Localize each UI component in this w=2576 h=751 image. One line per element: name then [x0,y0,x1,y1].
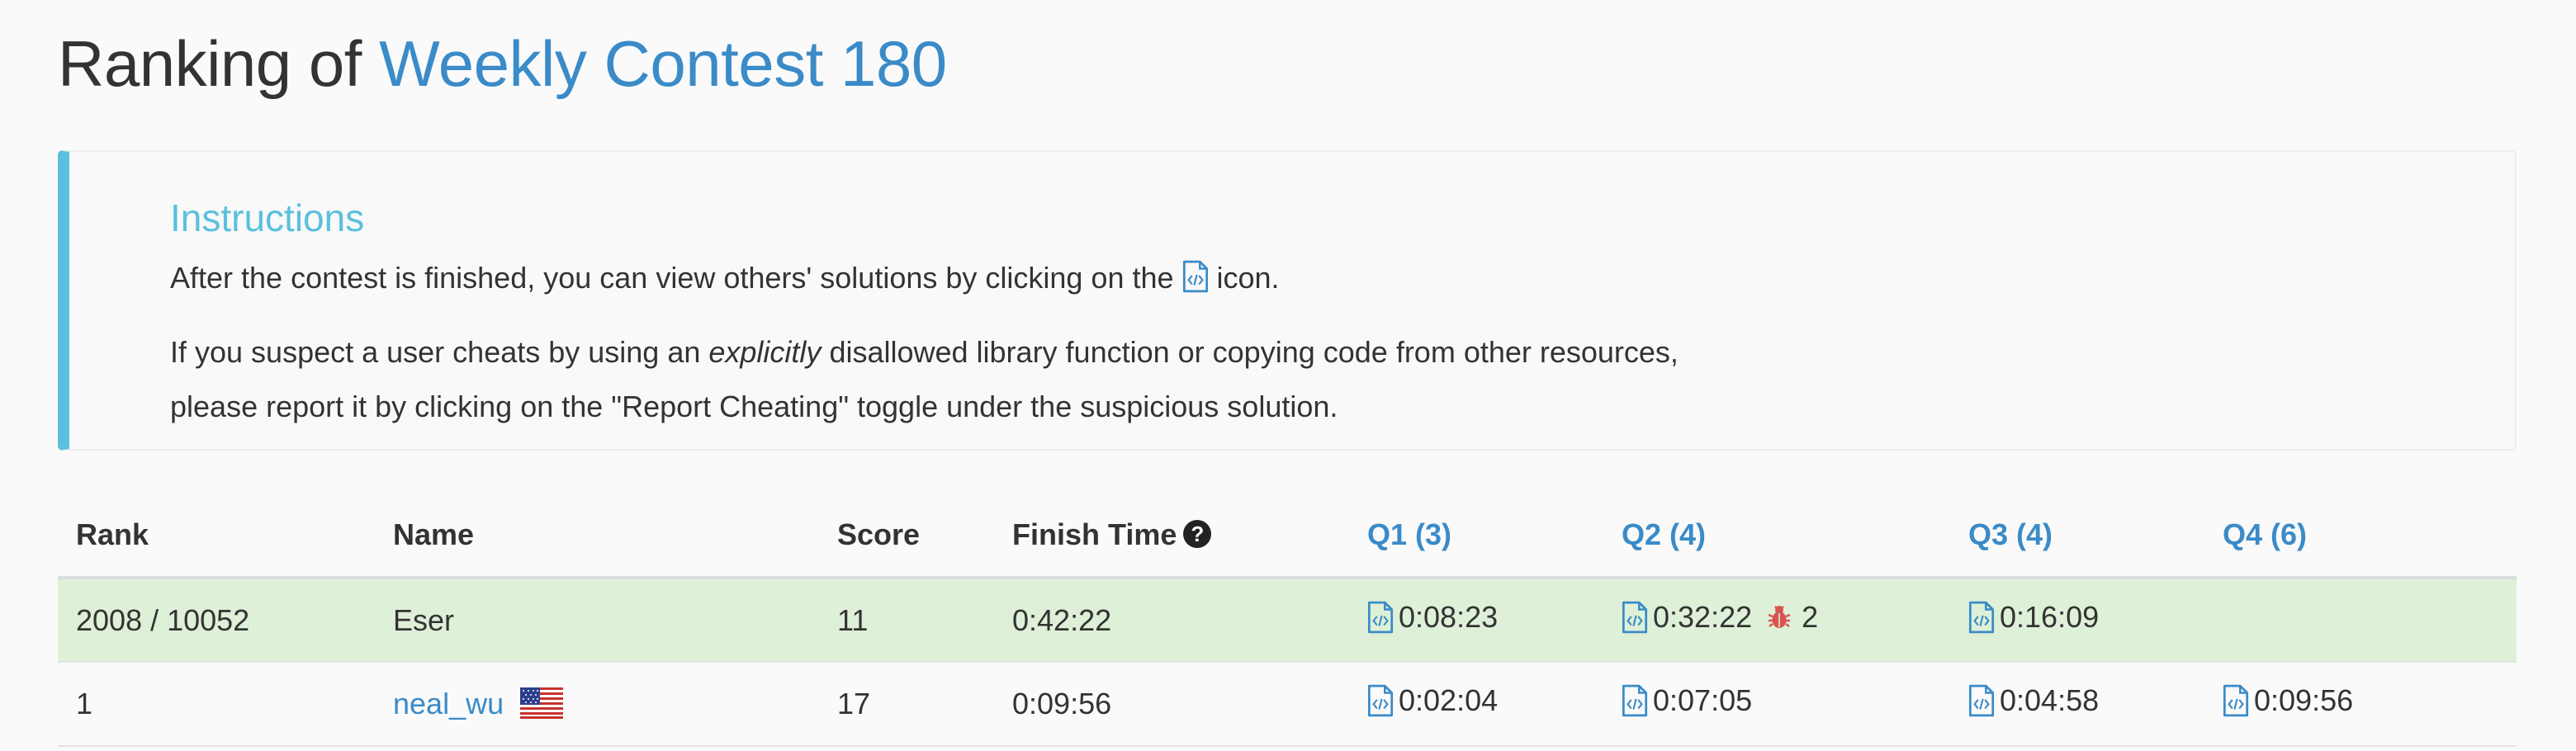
code-file-icon[interactable] [2223,684,2249,717]
cell-q2-time: 0:07:05 [1653,683,1753,717]
cell-finish-time: 0:09:56 [994,662,1349,747]
cell-q3: 0:16:09 [1950,578,2204,663]
header-q2[interactable]: Q2 (4) [1603,494,1950,579]
code-file-icon[interactable] [1622,601,1648,634]
instructions-line-3: please report it by clicking on the "Rep… [170,390,1338,423]
cell-q2: 0:32:22 2 [1603,578,1950,663]
cell-q2: 0:07:05 [1603,662,1950,747]
instructions-line-1-before: After the contest is finished, you can v… [170,261,1182,295]
cell-q3-time: 0:16:09 [2000,599,2100,634]
code-file-icon[interactable] [1367,684,1394,717]
instructions-line-2: If you suspect a user cheats by using an… [170,325,1679,380]
cell-name: neal_wu [375,662,819,747]
cell-q1-time: 0:08:23 [1399,599,1499,634]
instructions-panel: Instructions After the contest is finish… [58,150,2517,451]
header-rank: Rank [58,494,375,579]
instructions-line-2-emphasis: explicitly [708,335,822,369]
user-link[interactable]: neal_wu [393,687,504,720]
header-score: Score [819,494,994,579]
instructions-line-1-after: icon. [1208,261,1280,295]
table-header-row: Rank Name Score Finish Time? Q1 (3) Q2 (… [58,494,2517,579]
instructions-line-2-before: If you suspect a user cheats by using an [170,335,709,369]
cell-name: Eser [375,578,819,663]
cell-finish-time: 0:42:22 [994,578,1349,663]
cell-q1: 0:02:04 [1349,662,1603,747]
cell-q2-time: 0:32:22 [1653,599,1753,634]
table-row: 1 neal_wu 17 0:09:56 0:02:04 0:07:05 0:0… [58,662,2517,747]
cell-score: 17 [819,662,994,747]
code-file-icon[interactable] [1367,601,1394,634]
page-title-prefix: Ranking of [58,27,380,100]
cell-q4: 0:09:56 [2204,662,2517,747]
cell-q3-time: 0:04:58 [2000,683,2100,717]
cell-q4 [2204,578,2517,663]
ranking-table: Rank Name Score Finish Time? Q1 (3) Q2 (… [58,494,2517,747]
header-name: Name [375,494,819,579]
code-file-icon[interactable] [1968,684,1995,717]
table-row-current-user: 2008 / 10052 Eser 11 0:42:22 0:08:23 0:3… [58,578,2517,663]
header-q3[interactable]: Q3 (4) [1950,494,2204,579]
instructions-line-1: After the contest is finished, you can v… [170,251,1280,305]
header-finish-time-label: Finish Time [1012,517,1177,551]
cell-rank: 2008 / 10052 [58,578,375,663]
bug-icon [1768,605,1791,628]
code-file-icon[interactable] [1968,601,1995,634]
contest-name-link[interactable]: Weekly Contest 180 [379,27,947,100]
question-circle-icon[interactable]: ? [1183,520,1212,548]
cell-q1-time: 0:02:04 [1399,683,1499,717]
cell-q1: 0:08:23 [1349,578,1603,663]
instructions-title: Instructions [170,196,365,239]
code-file-icon[interactable] [1622,684,1648,717]
cell-score: 11 [819,578,994,663]
cell-q2-wrong-count: 2 [1802,599,1819,634]
code-file-icon [1182,260,1209,293]
instructions-line-2-after: disallowed library function or copying c… [821,335,1679,369]
cell-q4-time: 0:09:56 [2254,683,2354,717]
header-q4[interactable]: Q4 (6) [2204,494,2517,579]
header-finish-time: Finish Time? [994,494,1349,579]
header-q1[interactable]: Q1 (3) [1349,494,1603,579]
us-flag-icon [520,687,564,719]
cell-q3: 0:04:58 [1950,662,2204,747]
cell-rank: 1 [58,662,375,747]
page-title: Ranking of Weekly Contest 180 [58,18,947,109]
